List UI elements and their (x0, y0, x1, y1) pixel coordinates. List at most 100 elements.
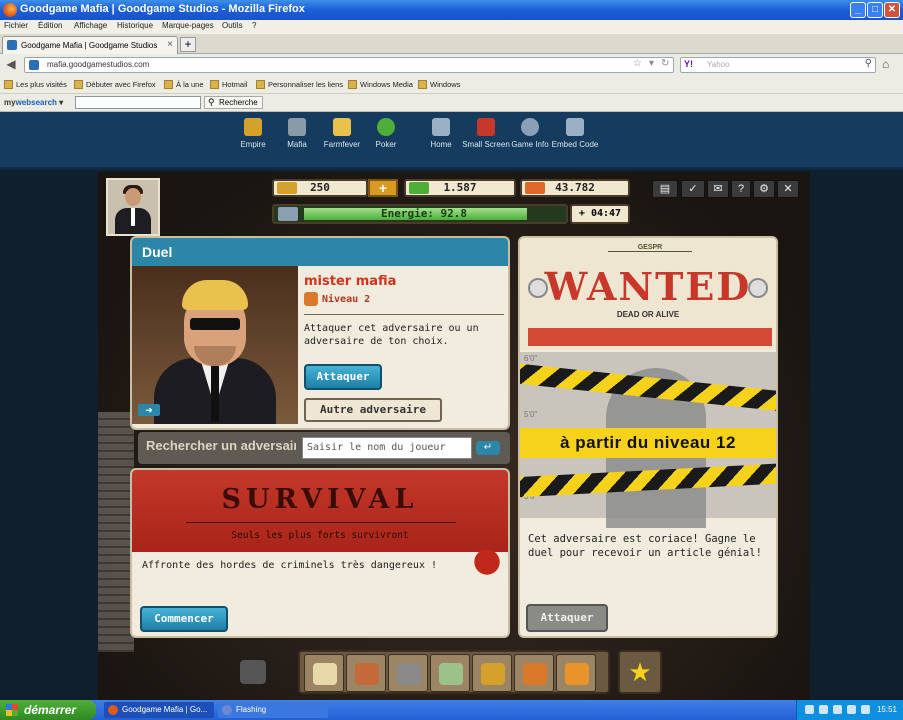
divider (304, 314, 504, 315)
menu-item-marque-pages[interactable]: Marque-pages (162, 21, 214, 30)
navigation-bar: ◀ mafia.goodgamestudios.com ☆ ▾ ↻ Y! Yah… (0, 54, 903, 76)
buy-gold-button[interactable]: + (368, 179, 398, 197)
menu-item-outils[interactable]: Outils (222, 21, 242, 30)
gold-bar-icon (277, 182, 297, 194)
cash-icon (409, 182, 429, 194)
portal-mafia[interactable]: Mafia (272, 118, 322, 149)
close-icon[interactable]: ✕ (777, 180, 799, 198)
minimize-button[interactable]: _ (850, 2, 866, 18)
settings-icon[interactable]: ⚙ (753, 180, 775, 198)
mail-icon[interactable]: ✉ (707, 180, 729, 198)
enter-icon[interactable]: ↵ (476, 441, 500, 455)
gang-icon[interactable] (514, 654, 554, 692)
tray-icon[interactable] (805, 705, 814, 714)
gold-shop-icon[interactable] (556, 654, 596, 692)
energy-bar: Energie: 92.8 (272, 204, 568, 224)
new-tab-button[interactable]: + (180, 37, 196, 52)
portal-embed-code[interactable]: Embed Code (550, 118, 600, 149)
reload-icon[interactable]: ↻ (661, 58, 669, 69)
duel-description: Attaquer cet adversaire ou un adversaire… (304, 323, 479, 347)
help-icon[interactable]: ? (731, 180, 751, 198)
page-icon (256, 80, 265, 89)
gold-counter: 250 (272, 179, 368, 197)
arrow-right-icon[interactable]: ➜ (138, 404, 160, 416)
weapons-icon[interactable] (388, 654, 428, 692)
app-icon (222, 705, 232, 715)
home-icon[interactable]: ⌂ (882, 57, 889, 71)
bookmark-item[interactable]: Hotmail (210, 80, 247, 89)
clock: 15:51 (876, 705, 897, 714)
menu-item-fichier[interactable]: Fichier (4, 21, 28, 30)
bookmark-star-icon[interactable]: ☆ (633, 58, 642, 69)
star-icon[interactable]: ★ (618, 650, 662, 694)
tray-icon[interactable] (861, 705, 870, 714)
page-icon (348, 80, 357, 89)
corn-icon (333, 118, 351, 136)
menu-item-help[interactable]: ? (252, 21, 256, 30)
portal-small-screen[interactable]: Small Screen (461, 118, 511, 149)
player-name-input[interactable]: Saisir le nom du joueur (302, 437, 472, 459)
bookmark-item[interactable]: Windows (418, 80, 460, 89)
menu-item-affichage[interactable]: Affichage (74, 21, 107, 30)
url-bar[interactable]: mafia.goodgamestudios.com ☆ ▾ ↻ (24, 57, 674, 73)
window-title: Goodgame Mafia | Goodgame Studios - Mozi… (20, 3, 305, 15)
tab-goodgame-mafia[interactable]: Goodgame Mafia | Goodgame Studios × (2, 36, 178, 54)
tray-icon[interactable] (833, 705, 842, 714)
tab-title: Goodgame Mafia | Goodgame Studios (21, 41, 158, 50)
map-icon[interactable] (304, 654, 344, 692)
mywebsearch-logo[interactable]: mywebsearch ▾ (4, 98, 63, 107)
task-firefox[interactable]: Goodgame Mafia | Go... (104, 702, 214, 718)
energy-label: Energie: 92.8 (380, 207, 468, 220)
search-icon[interactable]: ⚲ (865, 58, 872, 69)
bookmark-item[interactable]: Personnaliser les liens (256, 80, 343, 89)
dropdown-icon[interactable]: ▾ (649, 58, 654, 69)
portal-game-info[interactable]: Game Info (505, 118, 555, 149)
menu-item-edition[interactable]: Édition (38, 21, 62, 30)
bookmark-item[interactable]: Débuter avec Firefox (74, 80, 156, 89)
ammo-icon[interactable] (472, 654, 512, 692)
speaker-icon[interactable] (240, 660, 266, 684)
portal-empire[interactable]: Empire (228, 118, 278, 149)
start-button[interactable]: démarrer (0, 700, 96, 720)
portal-home[interactable]: Home (416, 118, 466, 149)
player-avatar[interactable] (106, 178, 160, 236)
close-window-button[interactable]: ✕ (884, 2, 900, 18)
energy-timer: + 04:47 (570, 204, 630, 224)
background-wall (98, 412, 134, 652)
other-opponent-button[interactable]: Autre adversaire (304, 398, 442, 422)
bookmark-item[interactable]: À la une (164, 80, 204, 89)
back-icon[interactable]: ◀ (2, 57, 20, 73)
cash-counter: 1.587 (404, 179, 516, 197)
menu-item-historique[interactable]: Historique (117, 21, 153, 30)
search-bar[interactable]: Y! Yahoo ⚲ (680, 57, 876, 73)
survival-subtitle: Seuls les plus forts survivront (231, 530, 409, 541)
tab-close-icon[interactable]: × (167, 39, 173, 50)
blood-splatter-icon (474, 550, 500, 590)
home-icon (432, 118, 450, 136)
maximize-button[interactable]: □ (867, 2, 883, 18)
small-screen-icon (477, 118, 495, 136)
mywebsearch-input[interactable] (75, 96, 201, 109)
code-icon (566, 118, 584, 136)
search-placeholder: Yahoo (707, 60, 730, 69)
task-flashing[interactable]: Flashing (218, 702, 328, 718)
wanted-attack-button[interactable]: Attaquer (526, 604, 608, 632)
url-text: mafia.goodgamestudios.com (47, 60, 150, 69)
attack-button[interactable]: Attaquer (304, 364, 382, 390)
messages-icon[interactable]: ▤ (652, 180, 678, 198)
tray-icon[interactable] (847, 705, 856, 714)
bookmark-item[interactable]: Windows Media (348, 80, 413, 89)
check-icon[interactable]: ✓ (681, 180, 705, 198)
portal-farmfever[interactable]: Farmfever (317, 118, 367, 149)
survival-panel: SURVIVAL Seuls les plus forts survivront… (130, 468, 510, 638)
city-map-icon[interactable] (430, 654, 470, 692)
yahoo-icon[interactable]: Y! (684, 59, 693, 69)
portal-poker[interactable]: Poker (361, 118, 411, 149)
gangster-icon[interactable] (346, 654, 386, 692)
tray-icon[interactable] (819, 705, 828, 714)
start-survival-button[interactable]: Commencer (140, 606, 228, 632)
bookmark-item[interactable]: Les plus visités (4, 80, 67, 89)
mywebsearch-button[interactable]: ⚲ Recherche (204, 96, 263, 109)
fist-icon (525, 182, 545, 194)
search-icon: ⚲ (208, 97, 215, 107)
